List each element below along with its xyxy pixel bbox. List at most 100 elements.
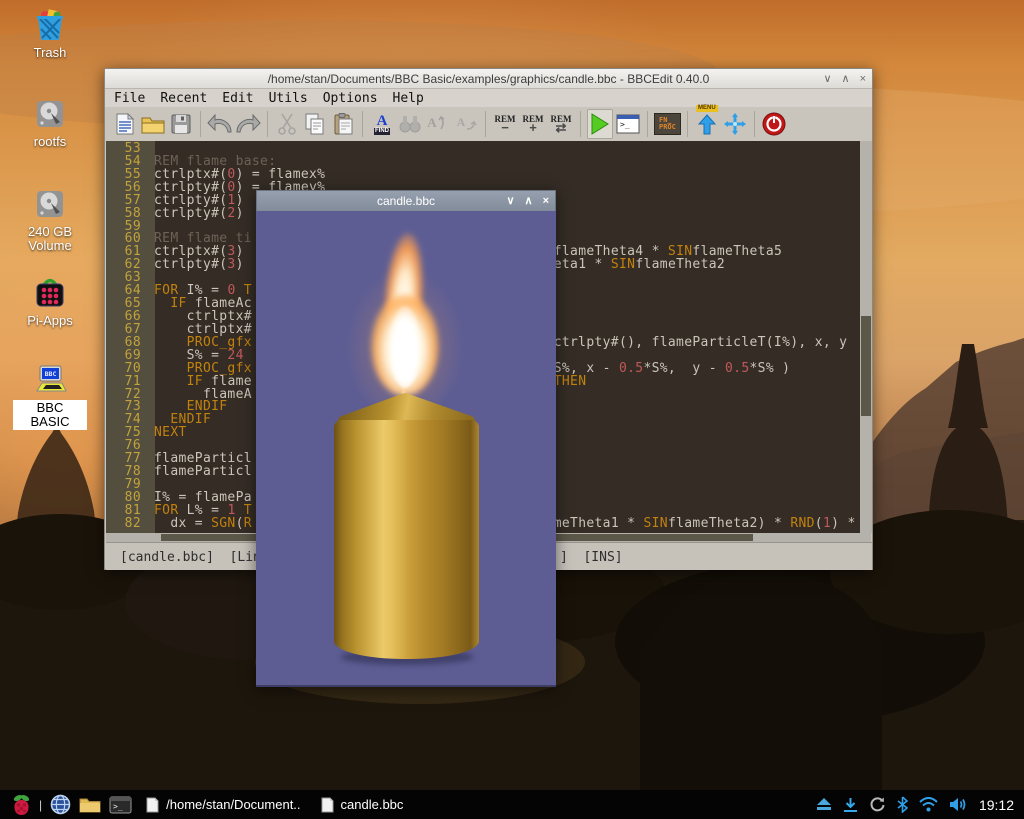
icon-label: Trash [13, 46, 87, 60]
replace-all-icon: A [454, 113, 478, 135]
copy-button[interactable] [302, 109, 328, 139]
vertical-scrollbar[interactable] [860, 141, 872, 533]
titlebar[interactable]: /home/stan/Documents/BBC Basic/examples/… [105, 69, 872, 89]
play-icon [590, 113, 610, 135]
trash-icon [32, 7, 68, 43]
candle-body [334, 420, 479, 659]
taskbar: | >_ /home/sta [0, 790, 1024, 819]
find-next-button[interactable] [397, 109, 423, 139]
open-file-button[interactable] [140, 109, 166, 139]
menu-help[interactable]: Help [393, 91, 424, 106]
terminal-icon: >_ [616, 114, 640, 134]
file-manager-launcher[interactable] [79, 796, 101, 813]
menu-file[interactable]: File [114, 91, 145, 106]
icon-label: Pi-Apps [13, 314, 87, 328]
redo-icon [235, 114, 261, 134]
undo-button[interactable] [207, 109, 233, 139]
download-icon[interactable] [843, 797, 858, 813]
svg-text:A: A [427, 115, 437, 130]
menubar: File Recent Edit Utils Options Help [105, 89, 872, 107]
save-button[interactable] [168, 109, 194, 139]
run-button[interactable] [587, 109, 613, 139]
icon-label: rootfs [13, 135, 87, 149]
fn-proc-button[interactable]: FN_ PROC [654, 109, 681, 139]
replace-button[interactable]: A [425, 109, 451, 139]
desktop-icon-rootfs[interactable]: rootfs [13, 96, 87, 149]
replace-all-button[interactable]: A [453, 109, 479, 139]
save-icon [171, 114, 191, 134]
clock: 19:12 [979, 797, 1014, 813]
power-button[interactable] [761, 109, 787, 139]
binoculars-icon [398, 114, 422, 134]
menu-up-button[interactable]: MENU [694, 109, 720, 139]
raspberry-icon [12, 794, 31, 816]
updates-icon[interactable] [869, 796, 886, 813]
new-file-icon [116, 113, 134, 135]
menu-utils[interactable]: Utils [269, 91, 308, 106]
rem-remove-button[interactable]: REM − [492, 109, 518, 139]
maximize-icon[interactable]: ∧ [842, 69, 850, 89]
svg-text:BBC: BBC [45, 370, 57, 378]
wifi-icon[interactable] [919, 797, 938, 812]
rem-add-button[interactable]: REM + [520, 109, 546, 139]
undo-icon [207, 114, 233, 134]
taskbar-separator: | [39, 798, 42, 812]
up-arrow-icon [698, 113, 716, 135]
minimize-icon[interactable]: ∨ [506, 191, 514, 211]
desktop-icon-bbc-basic[interactable]: BBC BBC BASIC [13, 361, 87, 431]
screen: Trash rootfs 240 GB Volume Pi-Apps [0, 0, 1024, 819]
desktop-icon-volume[interactable]: 240 GB Volume [13, 186, 87, 253]
status-file-info: [candle.bbc] [Lin [120, 550, 261, 565]
flame-core [389, 306, 421, 388]
pi-apps-icon [32, 275, 68, 311]
paste-button[interactable] [330, 109, 356, 139]
status-mode-info: ] [INS] [560, 550, 623, 565]
icon-label: 240 GB Volume [13, 225, 87, 253]
rem-toggle-button[interactable]: REM ⇄ [548, 109, 574, 139]
code-text: flameParticl [148, 466, 252, 479]
graphics-canvas [256, 211, 556, 687]
menu-edit[interactable]: Edit [222, 91, 253, 106]
volume-icon[interactable] [949, 797, 968, 812]
eject-icon[interactable] [816, 797, 832, 812]
terminal-button[interactable]: >_ [615, 109, 641, 139]
menu-options[interactable]: Options [323, 91, 378, 106]
scissors-icon [278, 113, 296, 135]
minus-icon: − [495, 123, 516, 133]
find-tag: FIND [374, 128, 390, 135]
cut-button[interactable] [274, 109, 300, 139]
close-icon[interactable]: × [860, 69, 866, 89]
globe-icon [50, 794, 71, 815]
desktop-icon-trash[interactable]: Trash [13, 7, 87, 60]
browser-launcher[interactable] [50, 794, 71, 815]
find-button[interactable]: A FIND [369, 109, 395, 139]
proc-label: PROC [659, 123, 676, 131]
bluetooth-icon[interactable] [897, 796, 908, 813]
close-icon[interactable]: × [543, 191, 549, 211]
move-button[interactable] [722, 109, 748, 139]
task-button-editor[interactable]: /home/stan/Document.. [146, 797, 300, 813]
document-icon [321, 797, 334, 813]
disk-icon [32, 96, 68, 132]
desktop-icon-pi-apps[interactable]: Pi-Apps [13, 275, 87, 328]
vertical-scrollbar-thumb[interactable] [861, 316, 871, 416]
task-button-candle[interactable]: candle.bbc [321, 797, 404, 813]
copy-icon [304, 113, 326, 135]
terminal-launcher[interactable]: >_ [109, 796, 132, 814]
svg-text:>_: >_ [620, 120, 630, 129]
svg-text:>_: >_ [113, 802, 123, 811]
move-arrows-icon [723, 112, 747, 136]
titlebar[interactable]: candle.bbc ∨ ∧ × [256, 190, 556, 211]
maximize-icon[interactable]: ∧ [525, 191, 533, 211]
toolbar: A FIND A A [105, 107, 872, 141]
task-label: candle.bbc [341, 797, 404, 812]
minimize-icon[interactable]: ∨ [823, 69, 831, 89]
menu-recent[interactable]: Recent [160, 91, 207, 106]
code-text: NEXT [148, 427, 187, 440]
new-file-button[interactable] [112, 109, 138, 139]
bbc-basic-icon: BBC [32, 361, 68, 397]
start-menu-button[interactable] [12, 794, 31, 816]
replace-icon: A [426, 113, 450, 135]
redo-button[interactable] [235, 109, 261, 139]
document-icon [146, 797, 159, 813]
